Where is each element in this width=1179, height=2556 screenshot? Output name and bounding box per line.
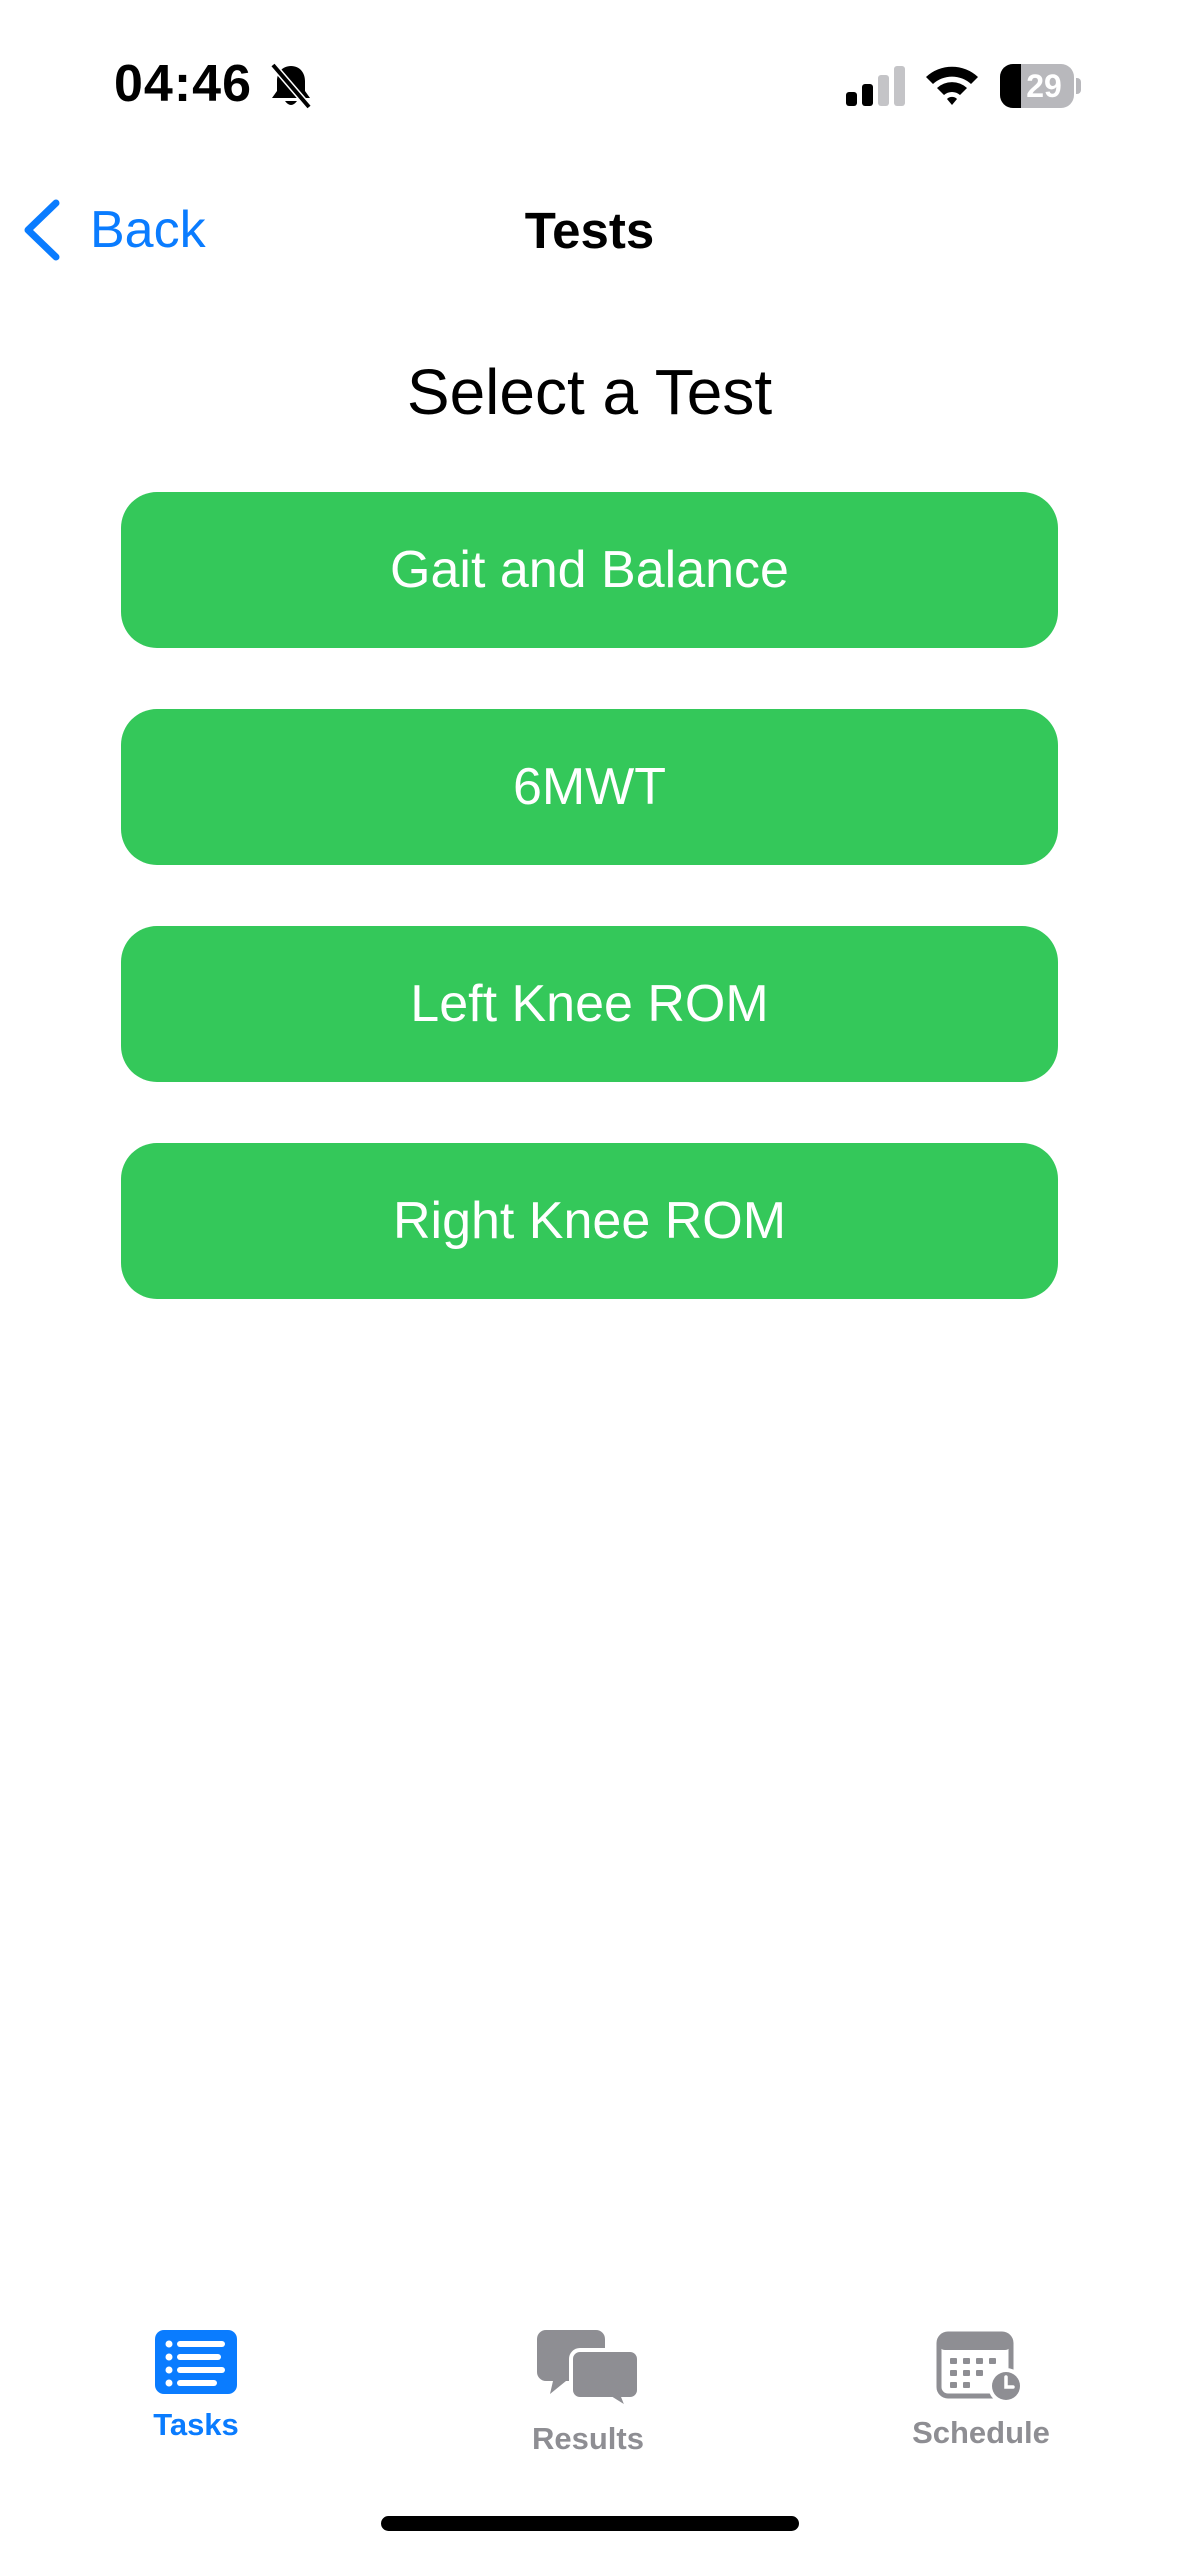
- battery-indicator: 29: [1000, 64, 1081, 108]
- tab-tasks-label: Tasks: [153, 2407, 239, 2442]
- battery-level: 29: [1026, 68, 1062, 104]
- right-knee-rom-button[interactable]: Right Knee ROM: [121, 1143, 1058, 1299]
- left-knee-rom-button[interactable]: Left Knee ROM: [121, 926, 1058, 1082]
- tab-results[interactable]: Results: [458, 2328, 718, 2468]
- status-bar: 04:46 29: [0, 0, 1179, 170]
- battery-cap: [1076, 78, 1081, 94]
- calendar-clock-icon: [936, 2331, 1024, 2404]
- status-time: 04:46: [114, 55, 252, 113]
- select-test-heading: Select a Test: [406, 356, 773, 428]
- list-icon: [155, 2330, 237, 2394]
- tab-schedule[interactable]: Schedule: [851, 2328, 1111, 2468]
- bell-slash-icon: [268, 62, 314, 110]
- cellular-signal-icon: [846, 64, 908, 108]
- gait-and-balance-button[interactable]: Gait and Balance: [121, 492, 1058, 648]
- 6mwt-button[interactable]: 6MWT: [121, 709, 1058, 865]
- tab-schedule-label: Schedule: [912, 2415, 1050, 2450]
- navigation-bar: Back Tests: [0, 170, 1179, 290]
- home-indicator: [381, 2516, 799, 2531]
- page-title: Tests: [524, 202, 655, 259]
- test-list: Gait and Balance 6MWT Left Knee ROM Righ…: [121, 492, 1058, 1360]
- wifi-icon: [924, 62, 980, 106]
- chat-bubbles-icon: [537, 2330, 640, 2410]
- tab-tasks[interactable]: Tasks: [66, 2328, 326, 2468]
- battery-body: 29: [1000, 64, 1074, 108]
- tab-results-label: Results: [532, 2421, 644, 2456]
